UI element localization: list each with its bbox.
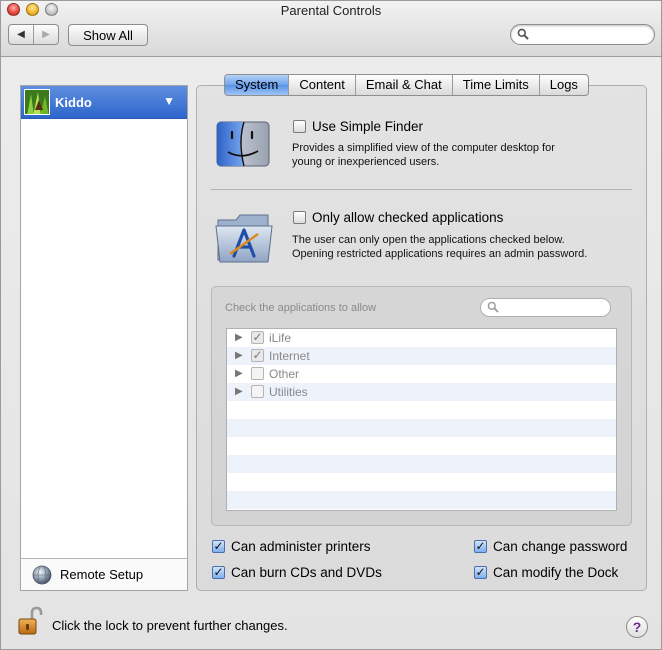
tab-time-limits[interactable]: Time Limits [451, 75, 539, 95]
only-allow-checkbox[interactable] [293, 211, 306, 224]
user-item-kiddo[interactable]: Kiddo ▼ [21, 86, 187, 119]
tab-system[interactable]: System [225, 75, 289, 95]
user-name: Kiddo [55, 95, 92, 110]
app-checkbox-ilife[interactable]: ✓ [251, 331, 264, 344]
search-icon [517, 28, 529, 40]
list-item[interactable]: ▶ ✓ iLife [227, 329, 616, 347]
only-allow-description: The user can only open the applications … [292, 234, 588, 260]
modify-dock-checkbox[interactable]: ✓ [474, 566, 487, 579]
lock-icon[interactable] [17, 606, 43, 636]
lock-message: Click the lock to prevent further change… [52, 618, 288, 633]
simple-finder-checkbox[interactable] [293, 120, 306, 133]
burn-cds-checkbox[interactable]: ✓ [212, 566, 225, 579]
change-password-checkbox[interactable]: ✓ [474, 540, 487, 553]
back-arrow-icon: ◀ [17, 29, 25, 40]
empty-row [227, 473, 616, 491]
app-name: Internet [269, 349, 310, 363]
simple-finder-description: Provides a simplified view of the comput… [292, 142, 555, 168]
simple-finder-label: Use Simple Finder [312, 119, 424, 134]
back-forward-buttons: ◀ ▶ [8, 24, 59, 45]
section-divider [211, 189, 632, 190]
only-allow-option[interactable]: Only allow checked applications [293, 210, 503, 225]
tab-email-chat[interactable]: Email & Chat [354, 75, 452, 95]
tab-content[interactable]: Content [288, 75, 355, 95]
change-password-option[interactable]: ✓ Can change password [474, 539, 627, 554]
modify-dock-label: Can modify the Dock [493, 565, 619, 580]
applications-list: ▶ ✓ iLife ▶ ✓ Internet ▶ Other ▶ Utiliti… [226, 328, 617, 511]
empty-row [227, 419, 616, 437]
applications-folder-icon [215, 214, 273, 263]
app-checkbox-internet[interactable]: ✓ [251, 349, 264, 362]
applications-search-field[interactable] [480, 298, 611, 317]
burn-cds-label: Can burn CDs and DVDs [231, 565, 382, 580]
forward-arrow-icon: ▶ [42, 29, 50, 40]
forward-button[interactable]: ▶ [33, 25, 58, 44]
app-name: Other [269, 367, 300, 381]
empty-row [227, 437, 616, 455]
user-avatar [24, 89, 50, 115]
administer-printers-option[interactable]: ✓ Can administer printers [212, 539, 371, 554]
administer-printers-checkbox[interactable]: ✓ [212, 540, 225, 553]
simple-finder-option[interactable]: Use Simple Finder [293, 119, 423, 134]
finder-icon [216, 121, 270, 167]
remote-setup-label: Remote Setup [60, 567, 144, 582]
back-button[interactable]: ◀ [9, 25, 33, 44]
app-checkbox-other[interactable] [251, 367, 264, 380]
disclosure-triangle-icon[interactable]: ▶ [235, 332, 243, 343]
burn-cds-option[interactable]: ✓ Can burn CDs and DVDs [212, 565, 382, 580]
app-checkbox-utilities[interactable] [251, 385, 264, 398]
list-item[interactable]: ▶ Utilities [227, 383, 616, 401]
remote-setup-button[interactable]: Remote Setup [21, 558, 187, 590]
help-icon: ? [632, 619, 642, 635]
tab-logs[interactable]: Logs [538, 75, 588, 95]
disclosure-triangle-icon[interactable]: ▶ [235, 386, 243, 397]
only-allow-label: Only allow checked applications [312, 210, 504, 225]
toolbar: Parental Controls ◀ ▶ Show All [1, 1, 661, 57]
search-field[interactable] [510, 24, 655, 45]
show-all-button[interactable]: Show All [68, 24, 148, 46]
modify-dock-option[interactable]: ✓ Can modify the Dock [474, 565, 618, 580]
list-item[interactable]: ▶ Other [227, 365, 616, 383]
administer-printers-label: Can administer printers [231, 539, 371, 554]
search-icon [487, 301, 499, 313]
disclosure-triangle-icon[interactable]: ▶ [235, 350, 243, 361]
applications-search-input[interactable] [501, 300, 602, 317]
parental-controls-window: Parental Controls ◀ ▶ Show All Kiddo ▼ R… [0, 0, 662, 650]
app-name: Utilities [269, 385, 308, 399]
user-list: Kiddo ▼ Remote Setup [20, 85, 188, 591]
empty-row [227, 455, 616, 473]
app-name: iLife [269, 331, 292, 345]
applications-label: Check the applications to allow [225, 302, 377, 314]
change-password-label: Can change password [493, 539, 628, 554]
user-menu-triangle-icon[interactable]: ▼ [163, 94, 175, 108]
empty-row [227, 491, 616, 509]
search-input[interactable] [531, 26, 646, 43]
empty-row [227, 401, 616, 419]
list-item[interactable]: ▶ ✓ Internet [227, 347, 616, 365]
disclosure-triangle-icon[interactable]: ▶ [235, 368, 243, 379]
help-button[interactable]: ? [626, 616, 648, 638]
window-title: Parental Controls [280, 3, 382, 18]
tab-bar: System Content Email & Chat Time Limits … [224, 74, 589, 96]
globe-icon [32, 565, 52, 585]
